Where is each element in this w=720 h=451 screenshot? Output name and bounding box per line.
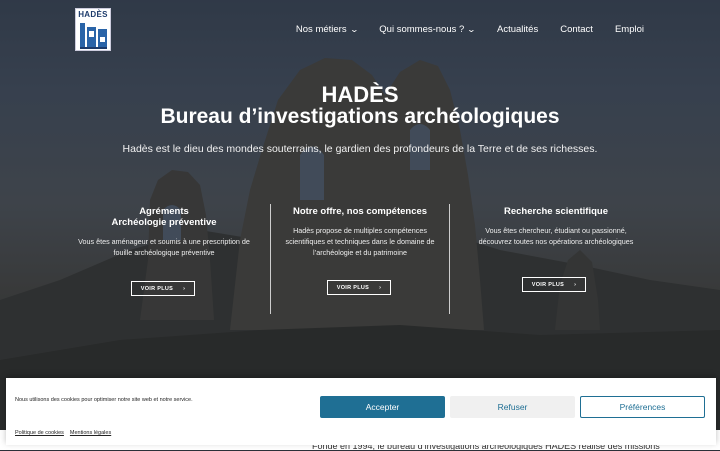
button-label: VOIR PLUS [140,285,174,292]
voir-plus-button[interactable]: VOIR PLUS › [327,280,391,295]
cookie-preferences-button[interactable]: Préférences [580,396,705,418]
nav-item-actualites[interactable]: Actualités [497,24,538,35]
column-agrements: Agréments Archéologie préventive Vous êt… [78,206,250,258]
column-title-line2: Archéologie préventive [111,217,217,228]
cookie-policy-link[interactable]: Politique de cookies [15,430,64,436]
column-text: Hadès propose de multiples compétences s… [285,226,435,257]
column-divider [270,204,271,314]
column-title: Agréments Archéologie préventive [78,206,250,228]
column-title: Recherche scientifique [470,206,642,217]
refuse-cookies-button[interactable]: Refuser [450,396,575,418]
column-offre: Notre offre, nos compétences Hadès propo… [274,206,446,258]
nav-label: Emploi [614,24,644,35]
nav-label: Nos métiers [295,24,347,35]
nav-item-contact[interactable]: Contact [560,24,593,35]
voir-plus-button[interactable]: VOIR PLUS › [522,277,586,292]
legal-notice-link[interactable]: Mentions légales [70,430,111,436]
button-label: VOIR PLUS [336,284,370,291]
voir-plus-button[interactable]: VOIR PLUS › [131,281,195,296]
cookie-banner: Nous utilisons des cookies pour optimise… [6,378,716,445]
chevron-right-icon: › [183,285,186,292]
accept-cookies-button[interactable]: Accepter [320,396,445,418]
nav-item-emploi[interactable]: Emploi [615,24,644,35]
main-navigation: Nos métiers ⌄ Qui sommes-nous ? ⌄ Actual… [296,24,644,35]
cookie-message: Nous utilisons des cookies pour optimise… [15,397,193,403]
cookie-links: Politique de cookies Mentions légales [15,430,111,436]
chevron-down-icon: ⌄ [466,25,477,34]
logo-text: HADÈS [78,10,108,19]
chevron-right-icon: › [574,281,577,288]
column-title-line1: Agréments [139,206,189,217]
chevron-right-icon: › [379,284,382,291]
column-divider [449,204,450,314]
column-text: Vous êtes aménageur et soumis à une pres… [78,237,250,257]
nav-label: Actualités [497,24,539,35]
hero-subtitle-title: Bureau d’investigations archéologiques [160,105,560,128]
nav-item-qui-sommes-nous[interactable]: Qui sommes-nous ? ⌄ [379,24,477,35]
column-title-line1: Notre offre, nos compétences [292,206,428,217]
column-recherche: Recherche scientifique Vous êtes cherche… [470,206,642,247]
nav-item-nos-metiers[interactable]: Nos métiers ⌄ [295,24,359,35]
hero-tagline: Hadès est le dieu des mondes souterrains… [122,143,598,155]
column-text: Vous êtes chercheur, étudiant ou passion… [478,226,634,246]
site-logo[interactable]: HADÈS [75,8,111,51]
nav-label: Qui sommes-nous ? [379,24,465,35]
button-label: VOIR PLUS [531,281,565,288]
chevron-down-icon: ⌄ [349,25,359,34]
column-title-line1: Recherche scientifique [503,206,608,217]
column-title: Notre offre, nos compétences [274,206,446,217]
nav-label: Contact [560,24,593,35]
